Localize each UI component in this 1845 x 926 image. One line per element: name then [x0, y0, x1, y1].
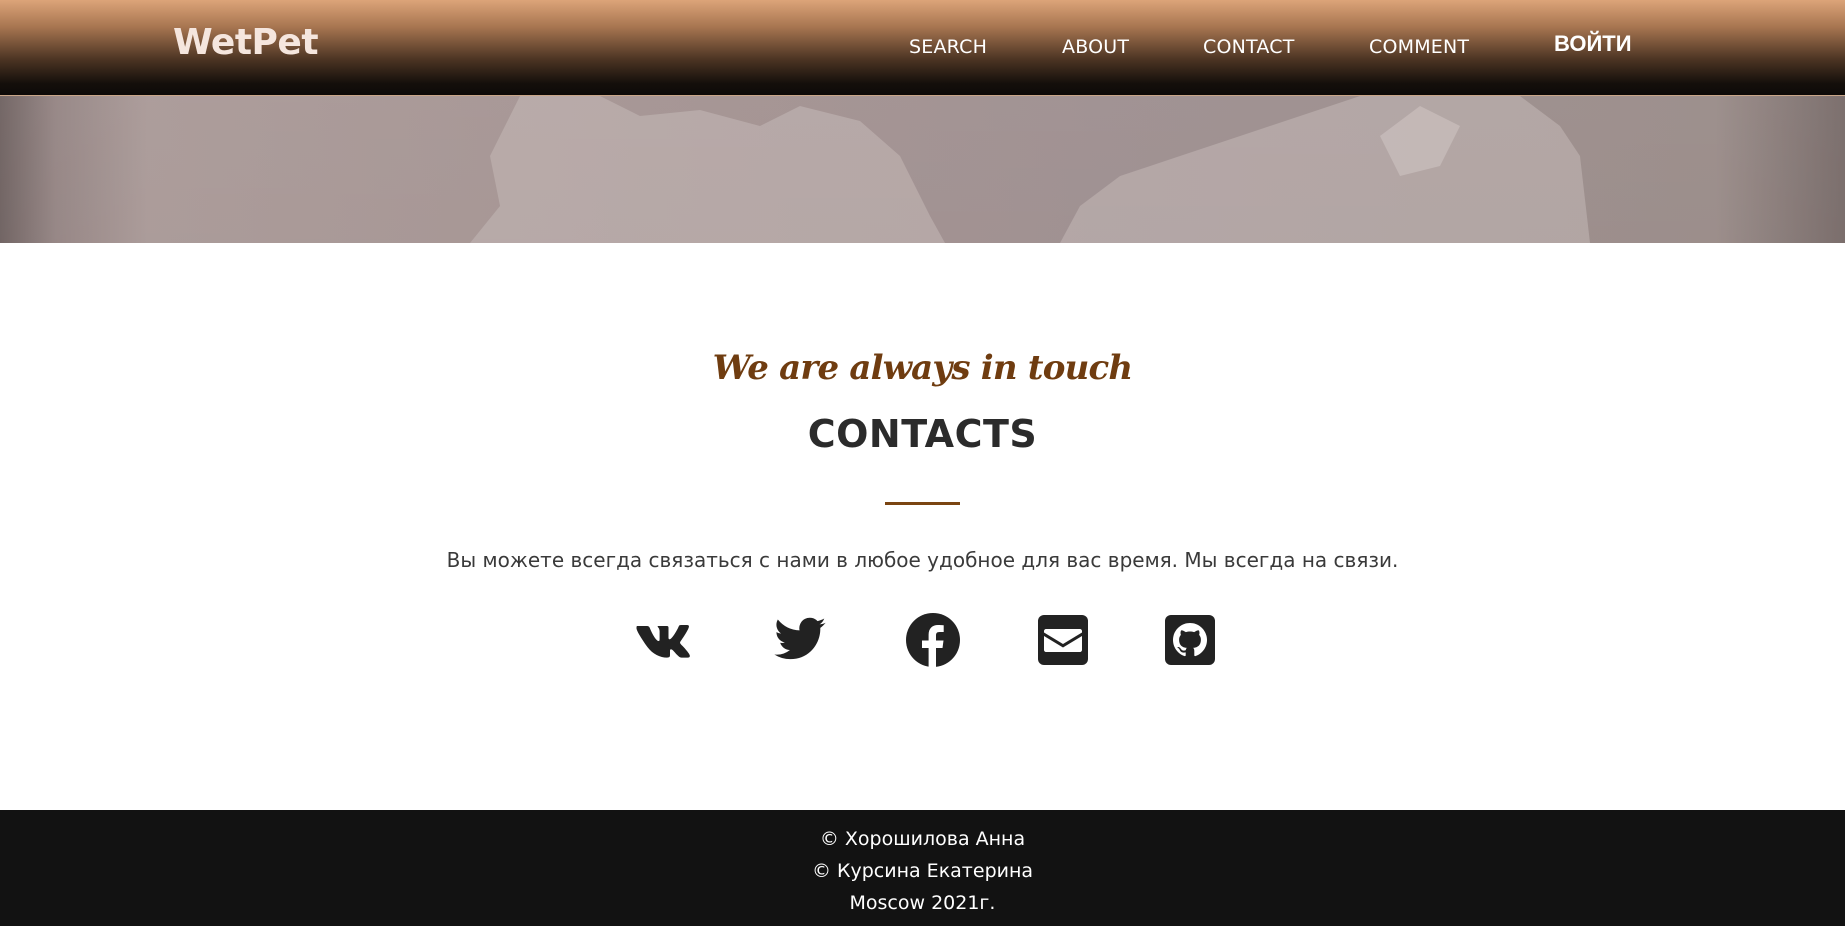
hero-banner-image: [0, 96, 1845, 243]
twitter-icon[interactable]: [772, 612, 828, 668]
title-divider: [885, 502, 960, 505]
login-button[interactable]: ВОЙТИ: [1554, 31, 1632, 57]
contacts-description: Вы можете всегда связаться с нами в любо…: [446, 548, 1399, 572]
footer-author-1: © Хорошилова Анна: [819, 828, 1026, 850]
logo[interactable]: WetPet: [173, 22, 319, 63]
header: WetPet SEARCH ABOUT CONTACT COMMENT ВОЙТ…: [0, 0, 1845, 96]
contacts-title: CONTACTS: [807, 412, 1038, 456]
github-icon[interactable]: [1162, 612, 1218, 668]
page: WetPet SEARCH ABOUT CONTACT COMMENT ВОЙТ…: [0, 0, 1845, 926]
footer: © Хорошилова Анна © Курсина Екатерина Mo…: [0, 810, 1845, 926]
nav-comment-link[interactable]: COMMENT: [1369, 36, 1469, 58]
nav-search-link[interactable]: SEARCH: [909, 36, 987, 58]
nav-about-link[interactable]: ABOUT: [1062, 36, 1129, 58]
facebook-icon[interactable]: [905, 612, 961, 668]
contacts-tagline: We are always in touch: [712, 348, 1133, 388]
footer-location-year: Moscow 2021г.: [849, 892, 996, 914]
envelope-icon[interactable]: [1035, 612, 1091, 668]
nav-contact-link[interactable]: CONTACT: [1203, 36, 1295, 58]
footer-author-2: © Курсина Екатерина: [811, 860, 1034, 882]
vk-icon[interactable]: [634, 612, 690, 668]
